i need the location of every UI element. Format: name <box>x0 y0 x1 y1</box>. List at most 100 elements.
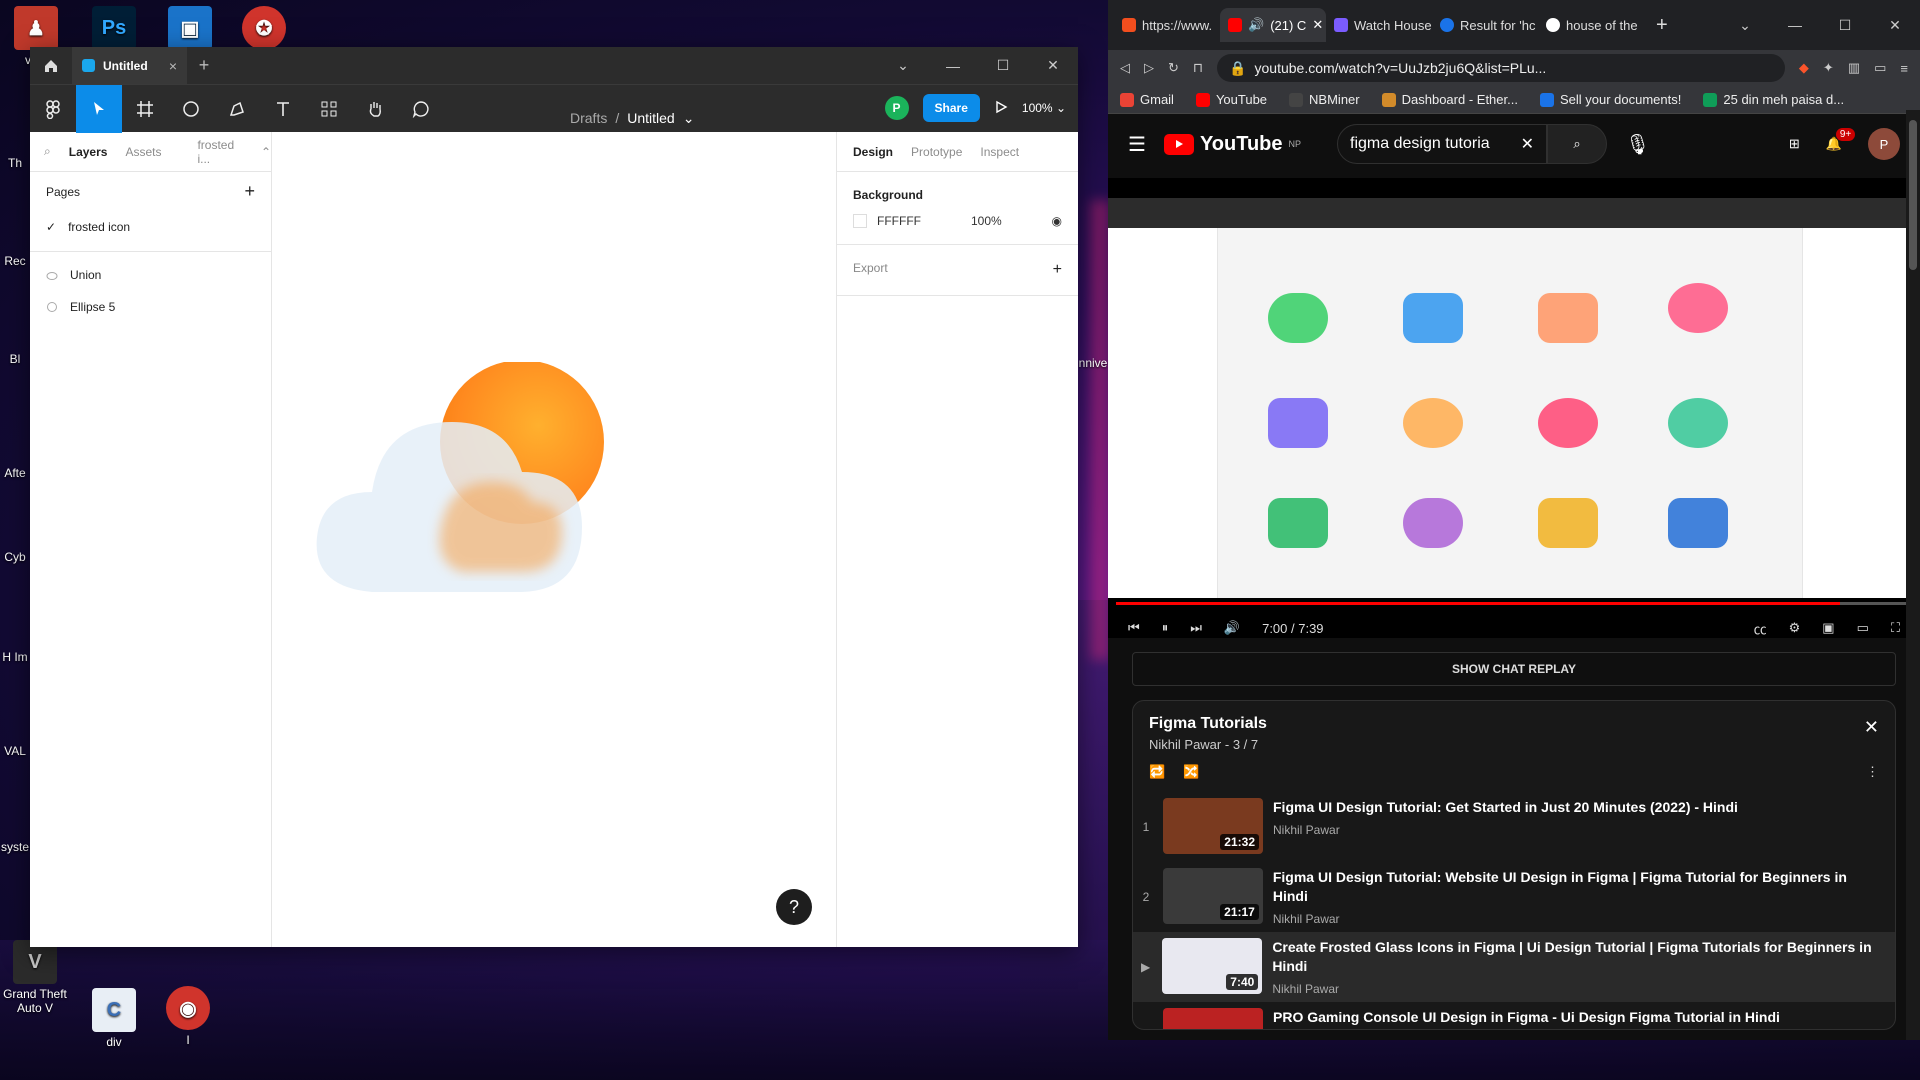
zoom-dropdown[interactable]: 100% ⌄ <box>1022 101 1066 115</box>
tab-layers[interactable]: Layers <box>69 145 108 159</box>
page-item[interactable]: ✓ frosted icon <box>30 211 271 243</box>
pause-icon[interactable]: ⏸ <box>1162 620 1169 636</box>
avatar[interactable]: P <box>884 96 909 120</box>
previous-icon[interactable]: ⏮ <box>1128 620 1140 636</box>
page-switcher[interactable]: frosted i... <box>197 138 242 166</box>
browser-tab[interactable]: Watch House <box>1326 8 1432 42</box>
tab-design[interactable]: Design <box>853 145 893 159</box>
search-button[interactable]: ⌕ <box>1547 124 1608 164</box>
frame-tool-icon[interactable] <box>122 85 168 133</box>
desktop-label[interactable]: H Im <box>0 650 30 664</box>
playlist-item-current[interactable]: ▶ 7:40 Create Frosted Glass Icons in Fig… <box>1133 932 1895 1002</box>
playlist-item[interactable]: 1 21:32 Figma UI Design Tutorial: Get St… <box>1133 792 1895 862</box>
browser-tab[interactable]: https://www. <box>1114 8 1220 42</box>
browser-tab-active[interactable]: 🔊 (21) C ✕ <box>1220 8 1326 42</box>
design-canvas[interactable]: ? <box>272 132 836 947</box>
bookmark-icon[interactable]: ⊓ <box>1193 60 1203 76</box>
reload-icon[interactable]: ↻ <box>1168 60 1179 76</box>
new-tab-icon[interactable]: + <box>187 55 221 76</box>
playlist-item[interactable]: 4 PRO Gaming Console UI Design in Figma … <box>1133 1002 1895 1029</box>
volume-icon[interactable]: 🔊 <box>1224 620 1240 636</box>
show-chat-replay-button[interactable]: SHOW CHAT REPLAY <box>1132 652 1896 686</box>
close-icon[interactable]: ✕ <box>1870 7 1920 44</box>
pen-tool-icon[interactable] <box>214 85 260 133</box>
chevron-down-icon[interactable]: ⌄ <box>683 110 695 127</box>
playlist-title[interactable]: Figma Tutorials <box>1149 715 1879 733</box>
page-scrollbar[interactable] <box>1906 110 1920 1040</box>
home-icon[interactable] <box>30 47 72 84</box>
resources-icon[interactable] <box>306 85 352 133</box>
browser-tab[interactable]: Result for 'hc <box>1432 8 1538 42</box>
chevron-down-icon[interactable]: ⌄ <box>878 47 928 84</box>
file-tab[interactable]: Untitled × <box>72 47 187 84</box>
desktop-label[interactable]: syste <box>0 840 30 854</box>
desktop-label[interactable]: Bl <box>0 352 30 366</box>
add-page-icon[interactable]: + <box>244 181 255 202</box>
more-options-icon[interactable]: ⋮ <box>1866 764 1879 780</box>
search-icon[interactable]: ⌕ <box>44 144 51 159</box>
maximize-icon[interactable]: ☐ <box>978 47 1028 84</box>
add-export-icon[interactable]: + <box>1053 261 1062 279</box>
close-icon[interactable]: ✕ <box>1028 47 1078 84</box>
search-input[interactable]: figma design tutoria ✕ <box>1337 124 1548 164</box>
text-tool-icon[interactable] <box>260 85 306 133</box>
minimize-icon[interactable]: — <box>928 47 978 84</box>
bookmark-paisa[interactable]: 25 din meh paisa d... <box>1703 92 1844 107</box>
layer-item[interactable]: Union <box>30 259 271 291</box>
layer-item[interactable]: Ellipse 5 <box>30 291 271 323</box>
create-video-icon[interactable]: ⊞ <box>1789 136 1800 152</box>
desktop-label[interactable]: Cyb <box>0 550 30 564</box>
playlist-owner[interactable]: Nikhil Pawar <box>1149 737 1221 752</box>
miniplayer-icon[interactable]: ▣ <box>1822 620 1834 636</box>
desktop-icon-photoshop[interactable]: Ps <box>84 6 144 53</box>
bookmark-sell-docs[interactable]: Sell your documents! <box>1539 92 1681 107</box>
brave-shield-icon[interactable]: ◆ <box>1799 60 1809 76</box>
background-hex-input[interactable]: FFFFFF <box>877 214 921 228</box>
speaker-icon[interactable]: 🔊 <box>1248 17 1264 33</box>
back-icon[interactable]: ◁ <box>1120 60 1130 76</box>
bookmark-dashboard[interactable]: Dashboard - Ether... <box>1381 92 1518 107</box>
notifications-icon[interactable]: 🔔 9+ <box>1826 128 1856 152</box>
breadcrumb-file[interactable]: Untitled <box>627 110 674 126</box>
next-icon[interactable]: ⏭ <box>1190 620 1202 636</box>
hand-tool-icon[interactable] <box>352 85 398 133</box>
desktop-icon-gta[interactable]: V Grand Theft Auto V <box>0 940 70 1015</box>
desktop-icon-logo[interactable]: ✪ <box>234 6 294 53</box>
loop-icon[interactable]: 🔁 <box>1149 764 1165 780</box>
settings-icon[interactable]: ⚙ <box>1789 620 1801 636</box>
desktop-label[interactable]: nnive <box>1078 356 1108 370</box>
main-menu-icon[interactable] <box>30 85 76 133</box>
avatar[interactable]: P <box>1868 128 1900 160</box>
browser-tab[interactable]: house of the <box>1538 8 1644 42</box>
video-player[interactable]: ⏮ ⏸ ⏭ 🔊 7:00 / 7:39 ㏄ ⚙ ▣ ▭ ⛶ <box>1108 178 1920 638</box>
chevron-up-icon[interactable]: ⌃ <box>261 145 271 159</box>
move-tool-icon[interactable] <box>76 84 122 133</box>
maximize-icon[interactable]: ☐ <box>1820 7 1870 44</box>
extensions-icon[interactable]: ✦ <box>1823 60 1834 76</box>
comment-tool-icon[interactable] <box>398 85 444 133</box>
desktop-label[interactable]: Rec <box>0 254 30 268</box>
url-field[interactable]: 🔒 youtube.com/watch?v=UuJzb2ju6Q&list=PL… <box>1217 54 1785 82</box>
menu-icon[interactable]: ≡ <box>1900 61 1908 76</box>
tab-prototype[interactable]: Prototype <box>911 145 962 159</box>
playlist-item[interactable]: 2 21:17 Figma UI Design Tutorial: Websit… <box>1133 862 1895 932</box>
new-tab-icon[interactable]: + <box>1656 14 1668 37</box>
background-opacity-input[interactable]: 100% <box>971 214 1002 228</box>
fullscreen-icon[interactable]: ⛶ <box>1891 620 1900 636</box>
shuffle-icon[interactable]: 🔀 <box>1183 764 1199 780</box>
desktop-label[interactable]: VAL <box>0 744 30 758</box>
close-icon[interactable]: ✕ <box>1864 717 1879 738</box>
sidebar-icon[interactable]: ▥ <box>1848 60 1860 76</box>
hamburger-menu-icon[interactable]: ☰ <box>1128 132 1146 157</box>
video-progress-bar[interactable] <box>1116 602 1912 605</box>
theater-mode-icon[interactable]: ▭ <box>1857 620 1869 636</box>
desktop-label[interactable]: Afte <box>0 466 30 480</box>
frosted-weather-graphic[interactable] <box>312 362 632 602</box>
ellipse-tool-icon[interactable] <box>168 85 214 133</box>
youtube-logo[interactable]: YouTube NP <box>1163 133 1301 156</box>
clear-search-icon[interactable]: ✕ <box>1521 134 1534 154</box>
eye-icon[interactable]: ◉ <box>1052 214 1062 228</box>
help-button[interactable]: ? <box>776 889 812 925</box>
tab-inspect[interactable]: Inspect <box>980 145 1019 159</box>
wallet-icon[interactable]: ▭ <box>1874 60 1886 76</box>
